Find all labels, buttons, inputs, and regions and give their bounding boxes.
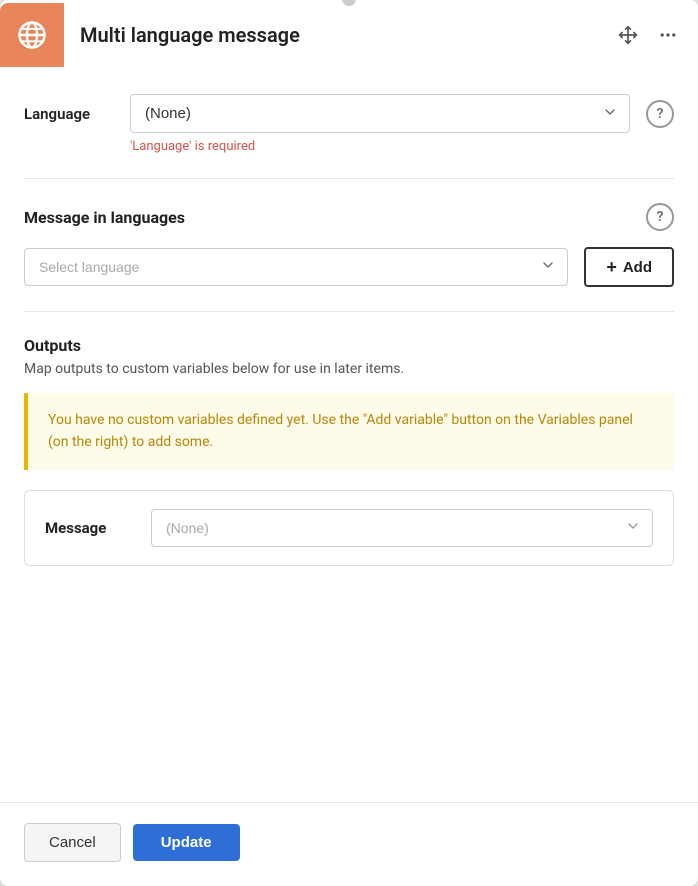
message-languages-section: Message in languages ? Select language [24,203,674,312]
message-output-select-wrapper: (None) [151,509,653,547]
outputs-title: Outputs [24,336,674,355]
globe-icon [17,20,47,50]
add-button-label: Add [623,259,652,276]
outputs-section: Outputs Map outputs to custom variables … [24,336,674,586]
language-help-icon[interactable]: ? [646,100,674,128]
message-languages-help-icon[interactable]: ? [646,203,674,231]
add-plus-icon: + [606,258,617,276]
language-select[interactable]: (None) [130,94,630,133]
update-button[interactable]: Update [133,824,240,861]
modal-footer: Cancel Update [0,802,698,886]
language-row: Language (None) ? [24,94,674,133]
message-languages-header: Message in languages ? [24,203,674,231]
modal-header: Multi language message [0,0,698,70]
select-language-dropdown[interactable]: Select language [24,248,568,286]
language-select-wrapper: (None) [130,94,630,133]
message-output-select[interactable]: (None) [151,509,653,547]
message-languages-row: Select language + Add [24,247,674,287]
select-language-wrapper: Select language [24,248,568,286]
more-options-icon [658,25,678,45]
header-icon-wrapper [0,3,64,67]
message-output-row: Message (None) [24,490,674,566]
more-options-button[interactable] [654,21,682,49]
move-button[interactable] [614,21,642,49]
add-language-button[interactable]: + Add [584,247,674,287]
modal-card: Multi language message Language [0,0,698,886]
warning-text: You have no custom variables defined yet… [48,409,654,454]
cancel-button[interactable]: Cancel [24,823,121,862]
language-label: Language [24,105,114,123]
warning-box: You have no custom variables defined yet… [24,393,674,470]
message-output-label: Message [45,519,135,537]
language-section: Language (None) ? 'Language' is required [24,94,674,179]
move-icon [618,25,638,45]
modal-body: Language (None) ? 'Language' is required [0,70,698,802]
message-languages-title: Message in languages [24,208,185,227]
language-error: 'Language' is required [130,139,674,154]
modal-title: Multi language message [80,23,614,47]
header-actions [614,21,682,49]
outputs-description: Map outputs to custom variables below fo… [24,361,674,377]
